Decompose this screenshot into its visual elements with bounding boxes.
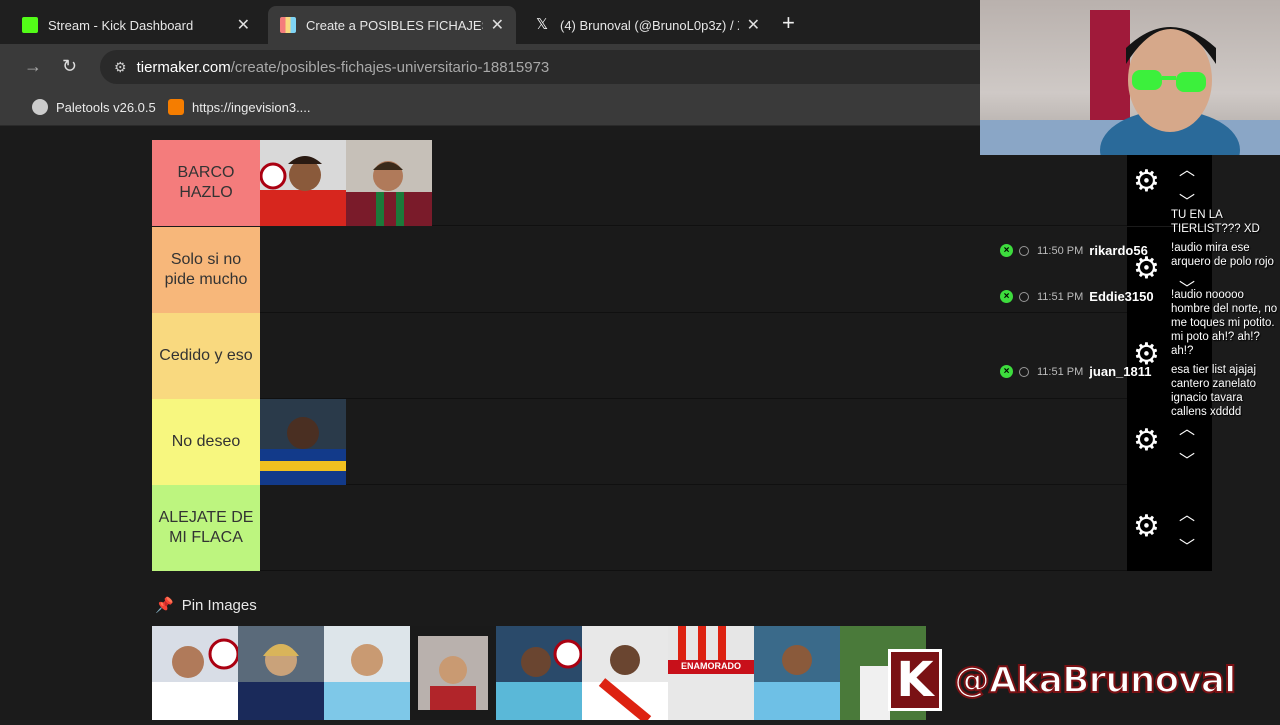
stream-brand-overlay: K @AkaBrunoval xyxy=(888,640,1280,720)
tab-label: Create a POSIBLES FICHAJES U xyxy=(306,17,483,33)
pin-image-thumbnail[interactable] xyxy=(496,626,583,720)
address-bar-row: → ↻ ⚙ tiermaker.com/create/posibles-fich… xyxy=(0,44,980,90)
chevron-down-icon[interactable]: ﹀ xyxy=(1179,447,1195,471)
verified-badge-icon: × xyxy=(1000,244,1013,257)
chat-username[interactable]: rikardo56 xyxy=(1089,243,1148,258)
overlay-message: !audio mira ese arquero de polo rojo xyxy=(1171,242,1274,268)
kick-icon xyxy=(22,17,38,33)
chat-message: × 11:51 PM Eddie3150 xyxy=(1000,289,1154,304)
bookmark-ingevision[interactable]: https://ingevision3.... xyxy=(168,99,311,115)
tier-label[interactable]: BARCO HAZLO xyxy=(152,140,260,226)
blogger-icon xyxy=(168,99,184,115)
tier-label[interactable]: ALEJATE DE MI FLACA xyxy=(152,485,260,571)
pin-image-thumbnail[interactable]: ENAMORADO xyxy=(668,626,754,720)
verified-badge-icon: × xyxy=(1000,290,1013,303)
x-icon: 𝕏 xyxy=(535,16,549,33)
tier-label[interactable]: Cedido y eso xyxy=(152,313,260,399)
tier-label[interactable]: No deseo xyxy=(152,399,260,485)
bookmark-paletools[interactable]: Paletools v26.0.5 xyxy=(32,99,156,115)
user-icon xyxy=(1019,366,1029,377)
tiermaker-icon xyxy=(280,17,296,33)
pin-images-label: Pin Images xyxy=(181,596,257,614)
new-tab-button[interactable]: + xyxy=(782,10,795,36)
chat-time: 11:51 PM xyxy=(1037,365,1084,378)
tier-controls: ⚙ ︿ ﹀ xyxy=(1127,485,1212,571)
pin-image-thumbnail[interactable] xyxy=(238,626,324,720)
close-icon[interactable]: ✕ xyxy=(237,15,250,35)
pin-image-banner: ENAMORADO xyxy=(681,661,741,671)
chat-time: 11:51 PM xyxy=(1037,290,1084,303)
url-path: /create/posibles-fichajes-universitario-… xyxy=(230,58,550,76)
chat-username[interactable]: Eddie3150 xyxy=(1089,289,1153,304)
chevron-down-icon[interactable]: ﹀ xyxy=(1179,533,1195,557)
tier-row: Cedido y eso ⚙ xyxy=(152,313,1212,399)
player-thumbnail[interactable] xyxy=(259,140,346,226)
pin-images-header[interactable]: 📌 Pin Images xyxy=(155,596,257,615)
tab-label: Stream - Kick Dashboard xyxy=(48,17,194,33)
gear-icon[interactable]: ⚙ xyxy=(1133,425,1160,457)
brand-handle: @AkaBrunoval xyxy=(953,659,1237,702)
overlay-message: TU EN LA TIERLIST??? XD xyxy=(1171,209,1260,235)
bookmark-label: https://ingevision3.... xyxy=(192,99,311,115)
user-icon xyxy=(1019,245,1029,256)
chat-time: 11:50 PM xyxy=(1037,244,1084,257)
gear-icon[interactable]: ⚙ xyxy=(1133,166,1160,198)
overlay-message: !audio nooooo hombre del norte, no me to… xyxy=(1171,289,1278,357)
browser-tabbar: Stream - Kick Dashboard ✕ Create a POSIB… xyxy=(0,0,980,44)
tab-x-brunoval[interactable]: 𝕏 (4) Brunoval (@BrunoL0p3z) / X ✕ xyxy=(522,6,772,44)
player-thumbnail[interactable] xyxy=(346,140,432,226)
close-icon[interactable]: ✕ xyxy=(491,15,504,35)
site-settings-icon[interactable]: ⚙ xyxy=(114,59,127,76)
bookmarks-bar: Paletools v26.0.5 https://ingevision3...… xyxy=(0,90,980,126)
webcam-feed xyxy=(980,0,1280,155)
user-icon xyxy=(1019,291,1029,302)
tier-row: No deseo ⚙ ︿ ﹀ xyxy=(152,399,1212,485)
tab-kick-dashboard[interactable]: Stream - Kick Dashboard ✕ xyxy=(10,6,262,44)
chat-message: × 11:50 PM rikardo56 xyxy=(1000,243,1148,258)
reload-icon[interactable]: ↻ xyxy=(62,56,77,77)
chat-message: × 11:51 PM juan_1811 xyxy=(1000,364,1151,379)
pin-image-thumbnail[interactable] xyxy=(152,626,240,720)
pin-image-thumbnail[interactable] xyxy=(582,626,668,724)
verified-badge-icon: × xyxy=(1000,365,1013,378)
forward-icon[interactable]: → xyxy=(24,56,42,77)
tab-tiermaker[interactable]: Create a POSIBLES FICHAJES U ✕ xyxy=(268,6,516,44)
kick-logo: K xyxy=(888,649,942,711)
pin-icon: 📌 xyxy=(155,597,174,614)
tiermaker-page: BARCO HAZLO ⚙ ︿ ﹀ Solo si no pide mucho … xyxy=(0,126,1280,724)
chevron-up-icon[interactable]: ︿ xyxy=(1179,501,1195,525)
pin-image-thumbnail[interactable] xyxy=(754,626,840,720)
url-field[interactable]: ⚙ tiermaker.com/create/posibles-fichajes… xyxy=(100,50,980,84)
tier-row: ALEJATE DE MI FLACA ⚙ ︿ ﹀ xyxy=(152,485,1212,571)
player-thumbnail[interactable] xyxy=(260,399,346,485)
tab-label: (4) Brunoval (@BrunoL0p3z) / X xyxy=(560,17,739,33)
chevron-up-icon[interactable]: ︿ xyxy=(1179,156,1195,180)
chat-username[interactable]: juan_1811 xyxy=(1089,364,1151,379)
url-host: tiermaker.com xyxy=(136,58,231,76)
tier-label[interactable]: Solo si no pide mucho xyxy=(152,227,260,313)
paletools-icon xyxy=(32,99,48,115)
pin-image-thumbnail[interactable] xyxy=(410,626,496,720)
pin-image-thumbnail[interactable] xyxy=(324,626,410,720)
close-icon[interactable]: ✕ xyxy=(747,15,760,35)
overlay-message: esa tier list ajajaj cantero zanelato ig… xyxy=(1171,364,1257,418)
gear-icon[interactable]: ⚙ xyxy=(1133,511,1160,543)
bookmark-label: Paletools v26.0.5 xyxy=(56,99,156,115)
